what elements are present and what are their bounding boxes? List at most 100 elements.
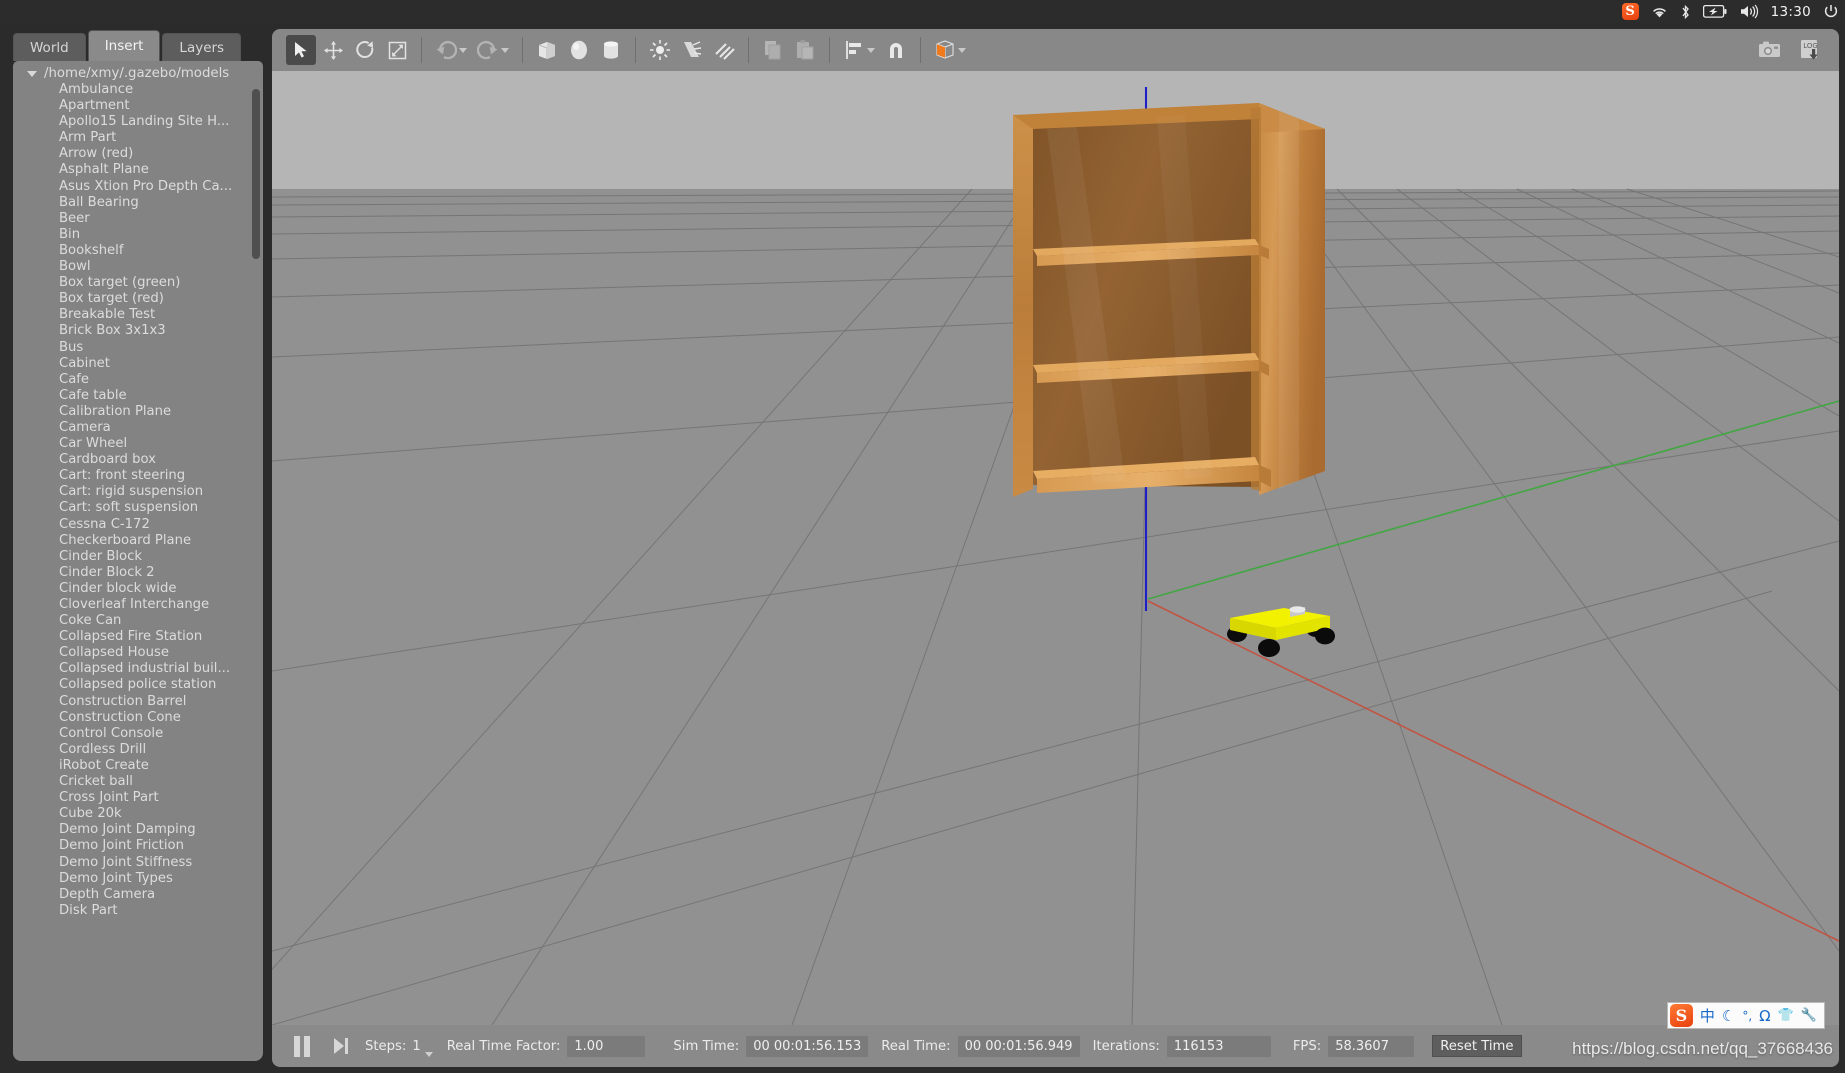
chevron-down-icon[interactable] [27,70,37,77]
model-list-item[interactable]: Box target (green) [13,275,263,291]
model-list-item[interactable]: Bin [13,227,263,243]
translate-tool[interactable] [318,35,348,65]
model-list-item[interactable]: Demo Joint Types [13,871,263,887]
model-list-item[interactable]: Cardboard box [13,452,263,468]
model-list-item[interactable]: Collapsed House [13,645,263,661]
model-list-item[interactable]: Cinder block wide [13,581,263,597]
view-cube-tool[interactable] [930,35,960,65]
ime-skin-icon[interactable]: 👕 [1778,1008,1794,1023]
screenshot-camera-icon[interactable] [1755,35,1785,65]
model-list-item[interactable]: Cube 20k [13,806,263,822]
model-list-item[interactable]: Cart: soft suspension [13,500,263,516]
model-list-item[interactable]: Cordless Drill [13,742,263,758]
ime-symbol-icon[interactable]: Ω [1759,1007,1770,1025]
bookshelf-model[interactable] [1007,89,1337,509]
insert-sphere-tool[interactable] [564,35,594,65]
model-list-item[interactable]: Depth Camera [13,887,263,903]
model-list-item[interactable]: Bowl [13,259,263,275]
copy-tool[interactable] [758,35,788,65]
model-list-item[interactable]: Checkerboard Plane [13,533,263,549]
model-list-item[interactable]: Apollo15 Landing Site H... [13,114,263,130]
model-list-item[interactable]: Camera [13,420,263,436]
model-list-item[interactable]: Bookshelf [13,243,263,259]
model-list-item[interactable]: Ball Bearing [13,195,263,211]
model-list-item[interactable]: Cinder Block 2 [13,565,263,581]
model-list-item[interactable]: Cinder Block [13,549,263,565]
model-list-item[interactable]: Control Console [13,726,263,742]
steps-dropdown-caret[interactable] [424,1052,433,1057]
snap-tool[interactable] [881,35,911,65]
model-list-item[interactable]: Demo Joint Stiffness [13,855,263,871]
pause-button[interactable] [294,1035,310,1057]
bluetooth-icon[interactable] [1680,0,1691,23]
model-list-item[interactable]: Ambulance [13,82,263,98]
model-list-item[interactable]: Asus Xtion Pro Depth Ca... [13,179,263,195]
model-list-item[interactable]: Asphalt Plane [13,162,263,178]
model-list-item[interactable]: Cross Joint Part [13,790,263,806]
scale-tool[interactable] [382,35,412,65]
paste-tool[interactable] [790,35,820,65]
point-light-tool[interactable] [645,35,675,65]
model-list-scrollbar[interactable] [252,89,260,259]
model-list-item[interactable]: Collapsed Fire Station [13,629,263,645]
model-list-item[interactable]: iRobot Create [13,758,263,774]
steps-value[interactable]: 1 [412,1039,420,1054]
model-list-item[interactable]: Cessna C-172 [13,517,263,533]
model-list-item[interactable]: Brick Box 3x1x3 [13,323,263,339]
model-list-item[interactable]: Arrow (red) [13,146,263,162]
real-time-factor-value[interactable]: 1.00 [567,1035,646,1057]
sim-time-value[interactable]: 00 00:01:56.153 [746,1035,869,1057]
model-list-item[interactable]: Cricket ball [13,774,263,790]
ime-chinese-icon[interactable]: 中 [1700,1005,1715,1026]
real-time-value[interactable]: 00 00:01:56.949 [957,1035,1080,1057]
redo-tool[interactable] [473,35,503,65]
fps-value[interactable]: 58.3607 [1328,1035,1415,1057]
tab-insert[interactable]: Insert [87,30,161,61]
insert-cylinder-tool[interactable] [596,35,626,65]
model-list-item[interactable]: Cart: rigid suspension [13,484,263,500]
tab-layers[interactable]: Layers [162,33,242,61]
model-list-item[interactable]: Bus [13,340,263,356]
sogou-logo-icon[interactable]: S [1669,1004,1693,1027]
select-arrow-tool[interactable] [286,35,316,65]
model-list-item[interactable]: Arm Part [13,130,263,146]
model-list-item[interactable]: Demo Joint Damping [13,822,263,838]
model-list-item[interactable]: Cloverleaf Interchange [13,597,263,613]
tab-world[interactable]: World [13,33,86,61]
model-list-item[interactable]: Coke Can [13,613,263,629]
model-list-item[interactable]: Box target (red) [13,291,263,307]
step-forward-button[interactable] [332,1036,349,1056]
wifi-icon[interactable] [1651,0,1668,23]
sogou-ime-icon[interactable]: S [1621,0,1639,23]
battery-icon[interactable] [1702,0,1727,23]
directional-light-tool[interactable] [709,35,739,65]
volume-icon[interactable] [1739,0,1759,23]
iterations-value[interactable]: 116153 [1166,1035,1271,1057]
model-list-item[interactable]: Car Wheel [13,436,263,452]
insert-box-tool[interactable] [532,35,562,65]
model-list-item[interactable]: Construction Cone [13,710,263,726]
model-list-item[interactable]: Collapsed police station [13,677,263,693]
spot-light-tool[interactable] [677,35,707,65]
robot-model[interactable] [1212,596,1342,666]
view-cube-dropdown-caret[interactable] [958,47,966,53]
model-path-root[interactable]: /home/xmy/.gazebo/models [13,65,263,82]
log-download-icon[interactable]: LOG [1795,35,1825,65]
align-dropdown-caret[interactable] [867,47,875,53]
undo-tool[interactable] [431,35,461,65]
rotate-tool[interactable] [350,35,380,65]
model-list-item[interactable]: Disk Part [13,903,263,919]
ime-punctuation-icon[interactable]: °, [1742,1009,1752,1023]
ime-toolbox-icon[interactable]: 🔧 [1801,1008,1817,1023]
model-list-item[interactable]: Cabinet [13,356,263,372]
clock-time[interactable]: 13:30 [1771,4,1811,20]
align-tool[interactable] [839,35,869,65]
model-list-item[interactable]: Cafe [13,372,263,388]
model-list-item[interactable]: Breakable Test [13,307,263,323]
reset-time-button[interactable]: Reset Time [1432,1035,1522,1057]
model-list-item[interactable]: Apartment [13,98,263,114]
model-list-item[interactable]: Cafe table [13,388,263,404]
model-list-item[interactable]: Collapsed industrial buil... [13,661,263,677]
3d-viewport[interactable] [272,71,1839,1025]
model-list-item[interactable]: Construction Barrel [13,694,263,710]
